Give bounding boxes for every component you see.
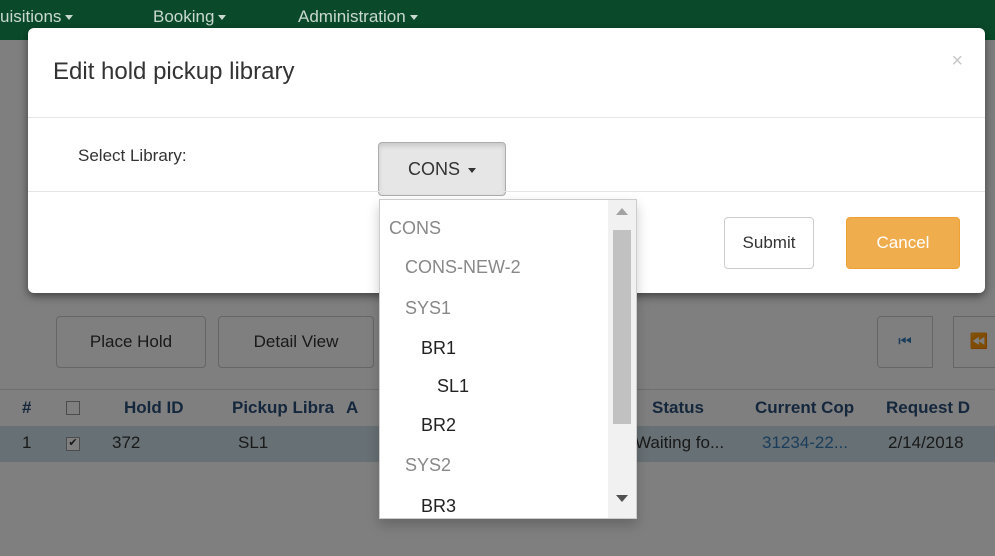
caret-down-icon [65, 15, 74, 21]
dropdown-option-br3[interactable]: BR3 [421, 496, 456, 517]
scroll-down-arrow-icon[interactable] [616, 495, 628, 502]
submit-button[interactable]: Submit [724, 217, 814, 269]
dropdown-option-cons: CONS [389, 218, 442, 238]
nav-booking-label: Booking [153, 7, 215, 26]
scrollbar-thumb[interactable] [613, 230, 631, 424]
close-icon[interactable]: × [951, 50, 963, 73]
select-library-label: Select Library: [78, 146, 187, 165]
dropdown-option-sl1[interactable]: SL1 [437, 376, 469, 397]
nav-acquisitions-menu[interactable]: uisitions [0, 7, 74, 27]
nav-administration-menu[interactable]: Administration [298, 7, 418, 27]
nav-administration-label: Administration [298, 7, 406, 26]
scroll-up-arrow-icon[interactable] [616, 208, 628, 215]
caret-down-icon [409, 15, 418, 21]
modal-title: Edit hold pickup library [53, 58, 295, 85]
dropdown-option-cons-new-2: CONS-NEW-2 [405, 257, 521, 277]
dropdown-option-sys2: SYS2 [405, 455, 452, 475]
library-dropdown-menu: CONS CONS-NEW-2 SYS1 BR1 SL1 BR2 SYS2 BR… [379, 199, 637, 519]
dropdown-option-br1[interactable]: BR1 [421, 338, 456, 359]
dropdown-option-br2[interactable]: BR2 [421, 415, 456, 436]
cancel-button[interactable]: Cancel [846, 217, 960, 269]
dropdown-option-sys1: SYS1 [405, 298, 452, 318]
library-select-value: CONS [407, 159, 460, 179]
caret-down-icon [218, 15, 227, 21]
library-select-button[interactable]: CONS [378, 142, 506, 196]
modal-footer-divider [28, 191, 985, 192]
nav-booking-menu[interactable]: Booking [153, 7, 227, 27]
caret-down-icon [468, 167, 476, 173]
nav-acquisitions-label: uisitions [0, 7, 62, 26]
modal-header-divider [28, 117, 985, 118]
dropdown-scrollbar[interactable] [608, 200, 636, 518]
